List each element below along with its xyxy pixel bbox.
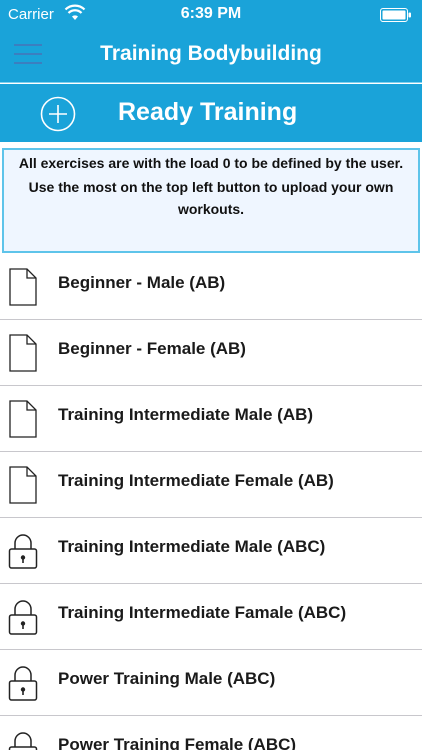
workout-list: Beginner - Male (AB) Beginner - Female (… (0, 254, 422, 750)
list-item-label: Beginner - Male (AB) (58, 273, 226, 292)
list-item[interactable]: Training Intermediate Male (AB) (0, 386, 422, 452)
list-item-label: Training Intermediate Male (AB) (58, 405, 314, 424)
list-item-label: Power Training Female (ABC) (58, 735, 297, 750)
list-item-label: Training Intermediate Female (AB) (58, 471, 334, 490)
page-title: Training Bodybuilding (100, 42, 322, 65)
status-bar: Carrier 6:39 PM (0, 0, 422, 30)
list-item[interactable]: Beginner - Female (AB) (0, 320, 422, 386)
list-item[interactable]: Power Training Male (ABC) (0, 650, 422, 716)
list-item[interactable]: Training Intermediate Male (ABC) (0, 518, 422, 584)
document-icon (9, 268, 37, 306)
notice-line-1: All exercises are with the load 0 to be … (18, 155, 404, 171)
battery-icon (380, 8, 411, 22)
list-item-label: Training Intermediate Famale (ABC) (58, 603, 347, 622)
lock-icon (8, 534, 38, 569)
lock-icon (8, 600, 38, 635)
list-item[interactable]: Training Intermediate Famale (ABC) (0, 584, 422, 650)
list-item-label: Power Training Male (ABC) (58, 669, 276, 688)
notice-line-2: Use the most on the top left button to u… (28, 179, 394, 217)
ready-training-bar[interactable]: Ready Training (0, 84, 422, 142)
navigation-bar: Training Bodybuilding (0, 30, 422, 83)
document-icon (9, 400, 37, 438)
lock-icon (8, 732, 38, 750)
document-icon (9, 466, 37, 504)
document-icon (9, 334, 37, 372)
clock-time: 6:39 PM (180, 5, 242, 22)
list-item-label: Training Intermediate Male (ABC) (58, 537, 326, 556)
plus-circle-icon[interactable] (40, 96, 76, 132)
list-item[interactable]: Training Intermediate Female (AB) (0, 452, 422, 518)
list-item[interactable]: Power Training Female (ABC) (0, 716, 422, 750)
list-item-label: Beginner - Female (AB) (58, 339, 246, 358)
ready-training-label: Ready Training (118, 98, 298, 126)
info-notice: All exercises are with the load 0 to be … (2, 148, 420, 253)
list-item[interactable]: Beginner - Male (AB) (0, 254, 422, 320)
lock-icon (8, 666, 38, 701)
